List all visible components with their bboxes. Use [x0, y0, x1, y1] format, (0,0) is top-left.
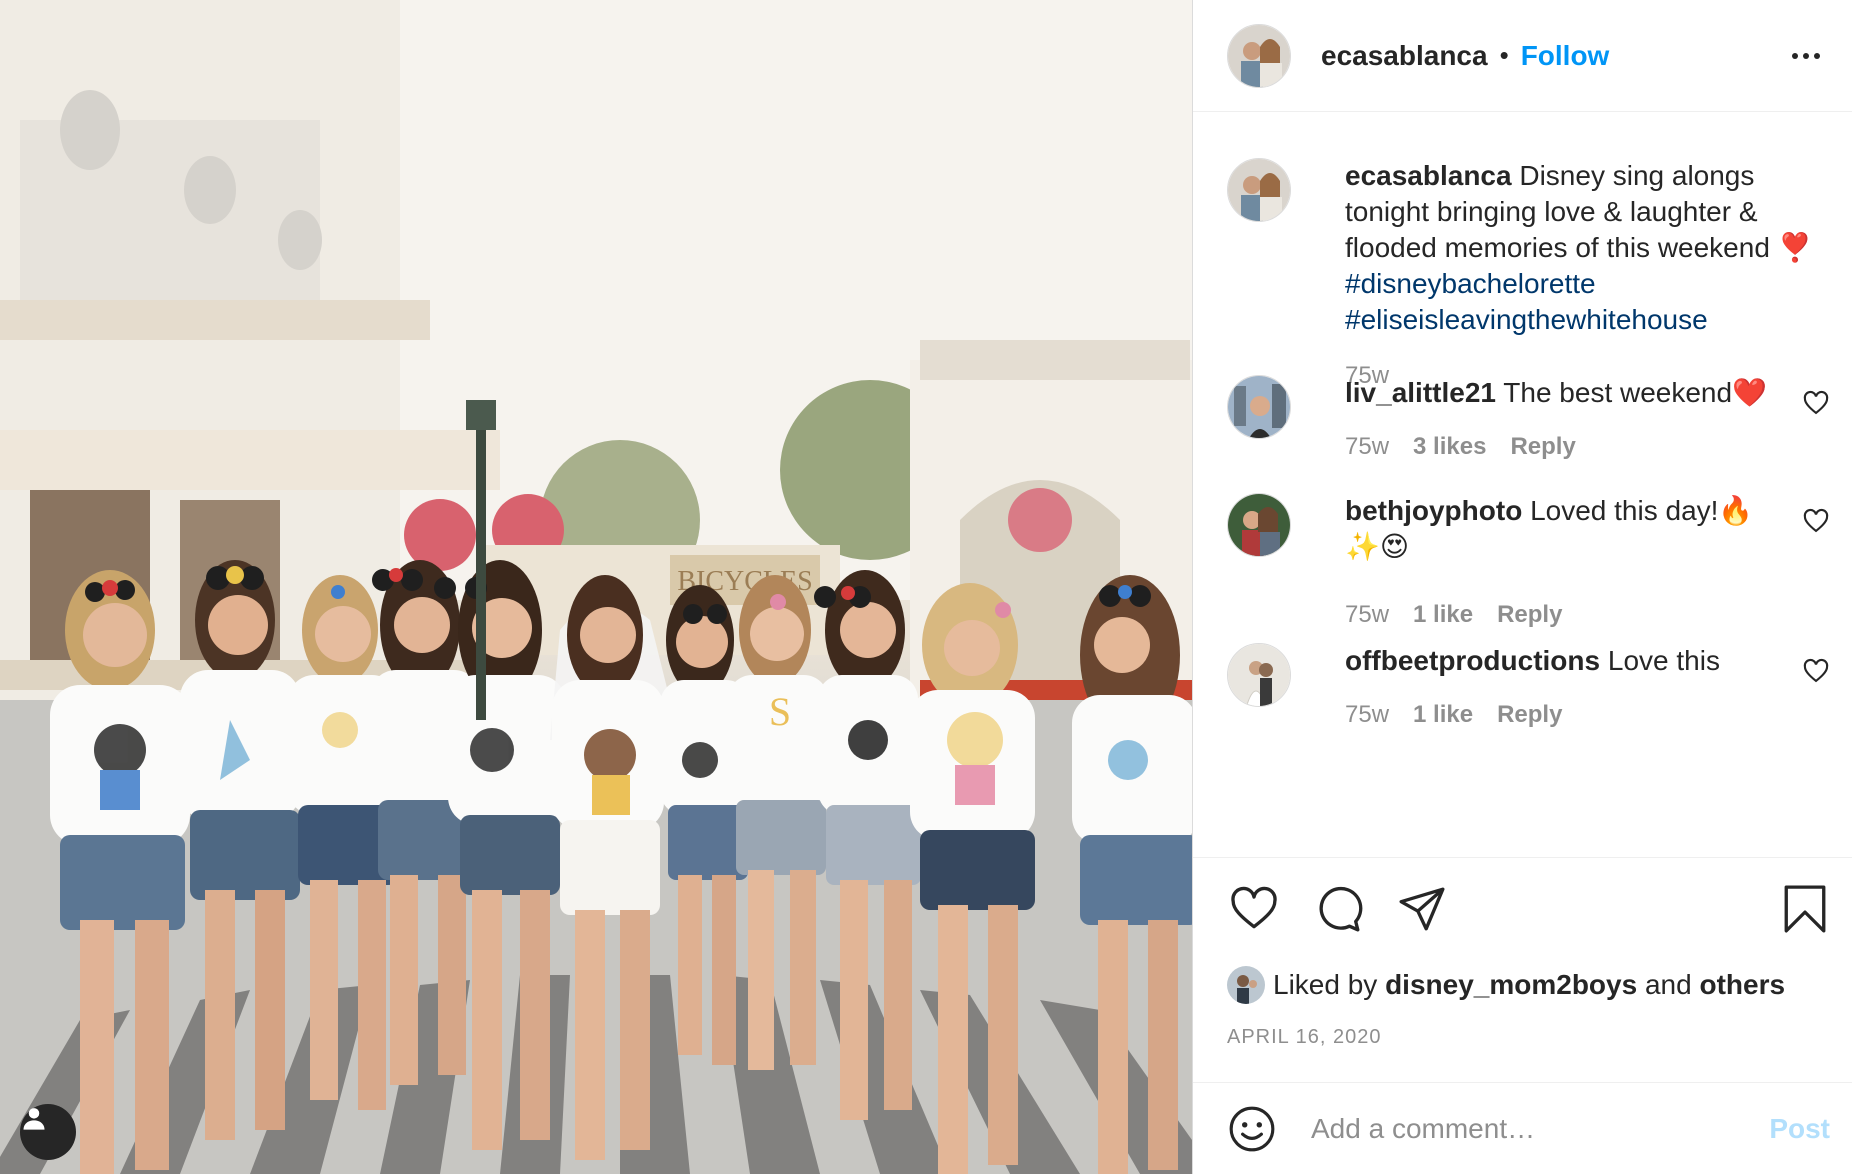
comment-avatar[interactable]: [1227, 493, 1291, 557]
comment-time[interactable]: 75w: [1345, 597, 1389, 633]
avatar-image: [1228, 159, 1290, 221]
avatar-image: [1228, 494, 1290, 556]
comment-username[interactable]: bethjoyphoto: [1345, 495, 1522, 526]
liked-by-prefix: Liked by: [1273, 969, 1378, 1000]
header-separator: •: [1499, 40, 1509, 70]
comment-username[interactable]: offbeetproductions: [1345, 645, 1600, 676]
comment-avatar[interactable]: [1227, 643, 1291, 707]
comment-likes[interactable]: 1 like: [1413, 697, 1473, 733]
user-tag-icon: [23, 1108, 45, 1130]
action-bar: Liked by disney_mom2boys and others APRI…: [1193, 857, 1852, 1088]
avatar-image: [1227, 966, 1265, 1004]
heart-icon[interactable]: [1229, 884, 1279, 934]
action-icons: [1229, 884, 1447, 934]
emoji-icon[interactable]: [1227, 1104, 1277, 1154]
comment-input[interactable]: [1309, 1111, 1770, 1146]
avatar-image: [1228, 644, 1290, 706]
hashtag-link[interactable]: #eliseisleavingthewhitehouse: [1345, 302, 1830, 338]
comment-like-heart-icon[interactable]: [1802, 389, 1830, 417]
liked-by: Liked by disney_mom2boys and others: [1227, 966, 1785, 1004]
follow-button[interactable]: Follow: [1521, 40, 1610, 72]
liked-by-middle: and: [1644, 969, 1692, 1000]
post-header: ecasablanca • Follow: [1193, 0, 1852, 112]
reply-button[interactable]: Reply: [1497, 597, 1562, 633]
comment-meta: 75w 1 like Reply: [1345, 597, 1780, 633]
liker-username[interactable]: disney_mom2boys: [1385, 969, 1637, 1001]
comment-likes[interactable]: 1 like: [1413, 597, 1473, 633]
comment-body: liv_alittle21 The best weekend❤️ 75w 3 l…: [1345, 375, 1780, 465]
post-photo[interactable]: BICYCLES S: [0, 0, 1192, 1174]
comment-icon[interactable]: [1313, 884, 1363, 934]
comment-username[interactable]: liv_alittle21: [1345, 377, 1496, 408]
liked-by-others-link[interactable]: others: [1699, 969, 1785, 1001]
comment-body: offbeetproductions Love this 75w 1 like …: [1345, 643, 1780, 733]
avatar-image: [1228, 376, 1290, 438]
comment-meta: 75w 1 like Reply: [1345, 697, 1780, 733]
comment-avatar[interactable]: [1227, 375, 1291, 439]
comments-list[interactable]: ecasablanca Disney sing alongs tonight b…: [1193, 113, 1852, 857]
caption-avatar[interactable]: [1227, 158, 1291, 222]
comment-body: bethjoyphoto Loved this day!🔥✨😍 75w 1 li…: [1345, 493, 1780, 633]
caption-username[interactable]: ecasablanca: [1345, 160, 1512, 191]
comment-meta: 75w 3 likes Reply: [1345, 429, 1780, 465]
liker-avatar[interactable]: [1227, 966, 1265, 1004]
more-options-button[interactable]: [1782, 43, 1830, 69]
more-icon: [1792, 52, 1798, 59]
share-icon[interactable]: [1397, 884, 1447, 934]
comment-like-heart-icon[interactable]: [1802, 657, 1830, 685]
comment-text: The best weekend❤️: [1503, 377, 1767, 408]
post-date[interactable]: APRIL 16, 2020: [1227, 1026, 1381, 1049]
author-username[interactable]: ecasablanca: [1321, 40, 1488, 72]
post-sidebar: ecasablanca • Follow ecasablanca Disney …: [1192, 0, 1852, 1174]
comment-likes[interactable]: 3 likes: [1413, 429, 1486, 465]
caption-body: ecasablanca Disney sing alongs tonight b…: [1345, 158, 1830, 394]
comment-text: Love this: [1607, 645, 1720, 676]
comment-like-heart-icon[interactable]: [1802, 507, 1830, 535]
hashtag-link[interactable]: #disneybachelorette: [1345, 266, 1830, 302]
avatar-image: [1228, 24, 1290, 87]
author-avatar[interactable]: [1227, 23, 1291, 88]
post-dialog: BICYCLES S ecasablanca • Follow ecasabla…: [0, 0, 1852, 1174]
photo-illustration: BICYCLES S: [0, 0, 1192, 1174]
add-comment-bar: Post: [1193, 1082, 1852, 1174]
user-tag-button[interactable]: [20, 1104, 76, 1160]
reply-button[interactable]: Reply: [1510, 429, 1575, 465]
bookmark-icon[interactable]: [1780, 884, 1830, 934]
post-comment-button[interactable]: Post: [1769, 1113, 1830, 1145]
comment-time[interactable]: 75w: [1345, 429, 1389, 465]
comment-time[interactable]: 75w: [1345, 697, 1389, 733]
svg-text:S: S: [769, 689, 791, 734]
reply-button[interactable]: Reply: [1497, 697, 1562, 733]
